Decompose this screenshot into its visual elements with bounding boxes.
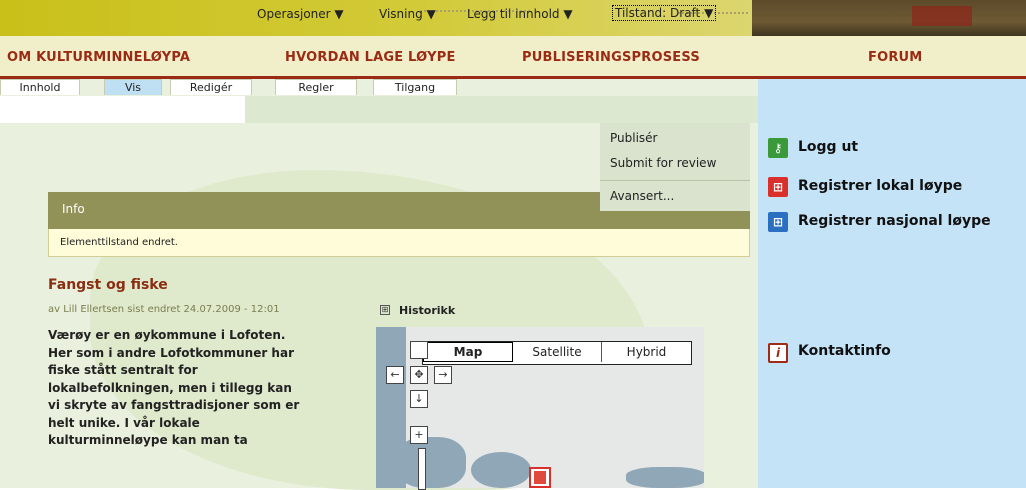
history-link[interactable]: Historikk (399, 304, 455, 317)
article-title: Fangst og fiske (48, 277, 168, 293)
register-local-trail-link[interactable]: Registrer lokal løype (798, 178, 962, 194)
map-type-hybrid[interactable]: Hybrid (603, 342, 690, 362)
operations-bar-spacer (0, 96, 245, 123)
pan-right-icon[interactable]: → (434, 366, 452, 384)
meta-prefix: av (48, 304, 64, 315)
article-body: Værøy er en øykommune i Lofoten. Her som… (48, 327, 368, 450)
zoom-in-icon[interactable]: + (410, 426, 428, 444)
article-line: Værøy er en øykommune i Lofoten. (48, 328, 286, 342)
menu-item-avansert[interactable]: Avansert... (610, 189, 674, 203)
article-line: kulturminneløype kan man ta (48, 433, 248, 447)
nav-publiseringsprosess[interactable]: PUBLISERINGSPROSESS (522, 50, 700, 65)
info-message: Elementtilstand endret. (60, 237, 178, 248)
map-water (626, 467, 704, 488)
pan-center-icon[interactable]: ✥ (410, 366, 428, 384)
menu-item-publiser[interactable]: Publisér (610, 131, 657, 145)
article-line: fiske stått sentralt for (48, 363, 198, 377)
nav-om-kulturminneloypa[interactable]: OM KULTURMINNELØYPA (7, 50, 190, 65)
map-type-satellite[interactable]: Satellite (513, 342, 602, 362)
pan-down-icon[interactable]: ↓ (410, 390, 428, 408)
article-line: Her som i andre Lofotkommuner har (48, 345, 294, 360)
menu-item-submit-for-review[interactable]: Submit for review (610, 156, 716, 170)
map-type-map[interactable]: Map (423, 342, 513, 362)
meta-suffix: sist endret 24.07.2009 - 12:01 (124, 304, 280, 315)
tabs: Innhold Vis Redigér Regler Tilgang (0, 79, 460, 96)
article-line: helt unike. I vår lokale (48, 415, 200, 430)
info-header-extension (600, 211, 750, 229)
grid-blue-icon: ⊞ (768, 212, 788, 232)
article-meta: av Lill Ellertsen sist endret 24.07.2009… (48, 304, 280, 315)
key-icon: ⚷ (768, 138, 788, 158)
tab-vis[interactable]: Vis (104, 79, 162, 95)
banner-photo (752, 0, 1026, 36)
nav-hvordan-lage-loype[interactable]: HVORDAN LAGE LØYPE (285, 50, 456, 65)
map-marker-icon[interactable] (529, 467, 551, 488)
logout-link[interactable]: Logg ut (798, 139, 858, 155)
tab-innhold[interactable]: Innhold (0, 79, 80, 95)
map-type-control: Map Satellite Hybrid (422, 341, 692, 365)
operasjoner-menu[interactable]: Operasjoner ▼ (257, 7, 344, 21)
tilstand-menu[interactable]: Tilstand: Draft ▼ (612, 5, 717, 21)
author-link[interactable]: Lill Ellertsen (63, 304, 124, 315)
article-line: lokalbefolkningen, men i tillegg kan (48, 380, 292, 395)
info-header (48, 192, 600, 229)
expand-icon[interactable]: ⊞ (380, 305, 390, 315)
info-title: Info (62, 202, 85, 216)
map-water (396, 437, 466, 488)
tab-regler[interactable]: Regler (275, 79, 357, 95)
visning-menu[interactable]: Visning ▼ (379, 7, 436, 21)
pan-left-icon[interactable]: ← (386, 366, 404, 384)
contact-info-link[interactable]: Kontaktinfo (798, 343, 891, 359)
register-national-trail-link[interactable]: Registrer nasjonal løype (798, 213, 991, 229)
grid-red-icon: ⊞ (768, 177, 788, 197)
pan-up-button[interactable] (410, 341, 428, 359)
nav-forum[interactable]: FORUM (868, 50, 922, 65)
map-water (471, 452, 531, 488)
top-navigation: OM KULTURMINNELØYPA HVORDAN LAGE LØYPE P… (0, 36, 1026, 79)
info-icon: i (768, 343, 788, 363)
legg-til-innhold-menu[interactable]: Legg til innhold ▼ (467, 7, 573, 21)
menu-divider (600, 180, 750, 181)
zoom-slider[interactable] (418, 448, 426, 490)
tab-rediger[interactable]: Redigér (170, 79, 252, 95)
article-line: vi skryte av fangsttradisjoner som er (48, 398, 300, 412)
tab-tilgang[interactable]: Tilgang (373, 79, 457, 95)
